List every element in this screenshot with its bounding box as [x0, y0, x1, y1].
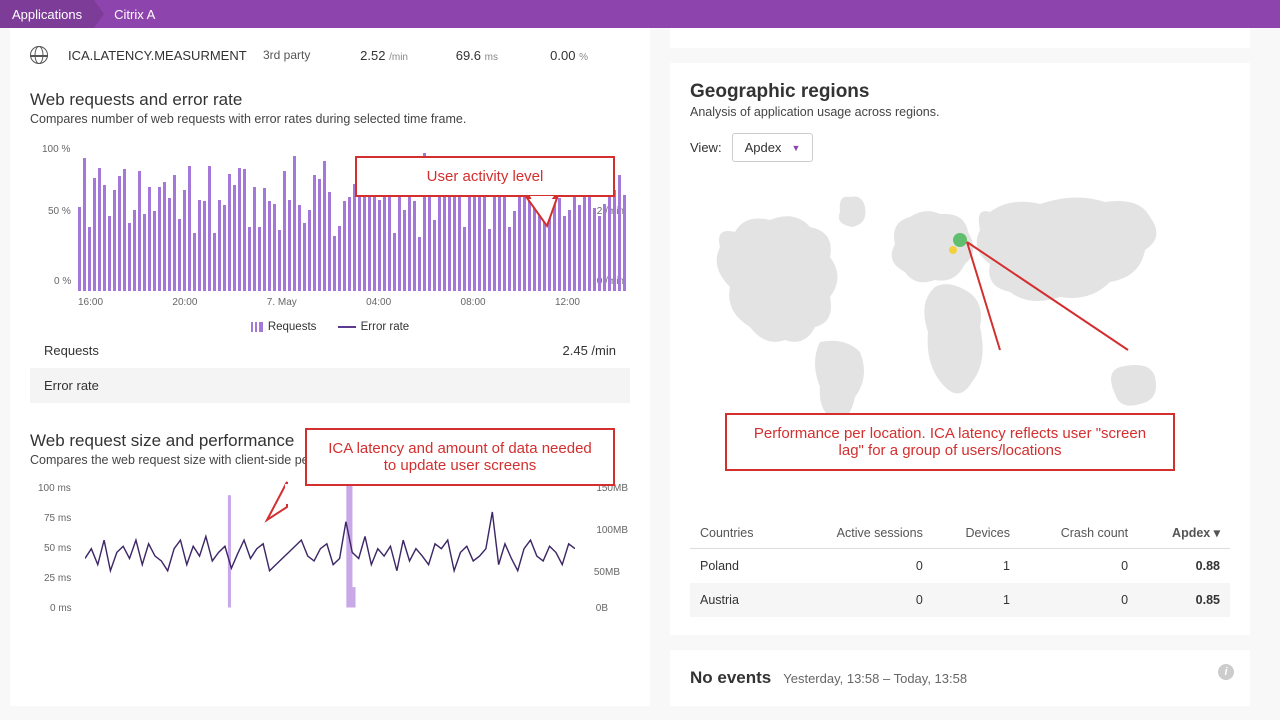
- chevron-down-icon: ▼: [791, 143, 800, 153]
- metric-name: ICA.LATENCY.MEASURMENT: [68, 48, 243, 63]
- empty-card: [670, 28, 1250, 48]
- callout-latency: ICA latency and amount of data needed to…: [305, 428, 615, 486]
- callout-activity: User activity level: [355, 156, 615, 197]
- y-axis-label: 100MB: [596, 525, 628, 536]
- y-axis-label: 25 ms: [44, 573, 71, 584]
- geo-regions-card: Geographic regions Analysis of applicati…: [670, 63, 1250, 635]
- stat-error-rate[interactable]: Error rate: [30, 368, 630, 403]
- x-axis-labels: 16:0020:007. May04:0008:0012:00: [78, 297, 580, 308]
- view-select[interactable]: Apdex▼: [732, 133, 814, 162]
- web-requests-subtitle: Compares number of web requests with err…: [30, 112, 630, 126]
- y-axis-label: 0B: [596, 603, 608, 614]
- y-axis-label: 0 ms: [50, 603, 72, 614]
- breadcrumb-root[interactable]: Applications: [0, 0, 94, 28]
- callout-geo: Performance per location. ICA latency re…: [725, 413, 1175, 471]
- size-perf-chart[interactable]: 100 ms 75 ms 50 ms 25 ms 0 ms 150MB 100M…: [30, 477, 630, 627]
- geo-table: CountriesActive sessionsDevicesCrash cou…: [690, 517, 1230, 617]
- main-left-panel: ICA.LATENCY.MEASURMENT 3rd party 2.52 /m…: [10, 28, 650, 706]
- table-header[interactable]: CountriesActive sessionsDevicesCrash cou…: [690, 517, 1230, 549]
- geo-subtitle: Analysis of application usage across reg…: [690, 105, 1230, 119]
- top-metric-row: ICA.LATENCY.MEASURMENT 3rd party 2.52 /m…: [30, 38, 630, 72]
- chart-legend: Requests Error rate: [30, 321, 630, 333]
- y-axis-label: 50MB: [594, 567, 620, 578]
- stat-requests[interactable]: Requests2.45 /min: [30, 333, 630, 368]
- web-requests-title: Web requests and error rate: [30, 90, 630, 110]
- table-row[interactable]: Austria0100.85: [690, 583, 1230, 617]
- metric-rate: 2.52 /min: [338, 48, 408, 63]
- events-title: No events: [690, 668, 771, 688]
- metric-party: 3rd party: [263, 48, 318, 62]
- y-axis-label: 50 %: [48, 206, 71, 217]
- globe-icon: [30, 46, 48, 64]
- table-row[interactable]: Poland0100.88: [690, 549, 1230, 584]
- geo-title: Geographic regions: [690, 81, 1230, 103]
- metric-pct: 0.00 %: [518, 48, 588, 63]
- info-icon[interactable]: i: [1218, 664, 1234, 680]
- view-label: View:: [690, 140, 722, 155]
- metric-latency: 69.6 ms: [428, 48, 498, 63]
- y-axis-label: 75 ms: [44, 513, 71, 524]
- events-card[interactable]: No events Yesterday, 13:58 – Today, 13:5…: [670, 650, 1250, 706]
- events-range: Yesterday, 13:58 – Today, 13:58: [783, 671, 967, 686]
- y-axis-label: 50 ms: [44, 543, 71, 554]
- breadcrumb-current[interactable]: Citrix A: [94, 0, 167, 28]
- world-map[interactable]: [690, 172, 1230, 432]
- y-axis-label: 100 ms: [38, 483, 71, 494]
- y-axis-label: 100 %: [42, 144, 70, 155]
- y-axis-label: 0 %: [54, 276, 71, 287]
- main-right-panel: Geographic regions Analysis of applicati…: [670, 28, 1250, 706]
- breadcrumb: Applications Citrix A: [0, 0, 1280, 28]
